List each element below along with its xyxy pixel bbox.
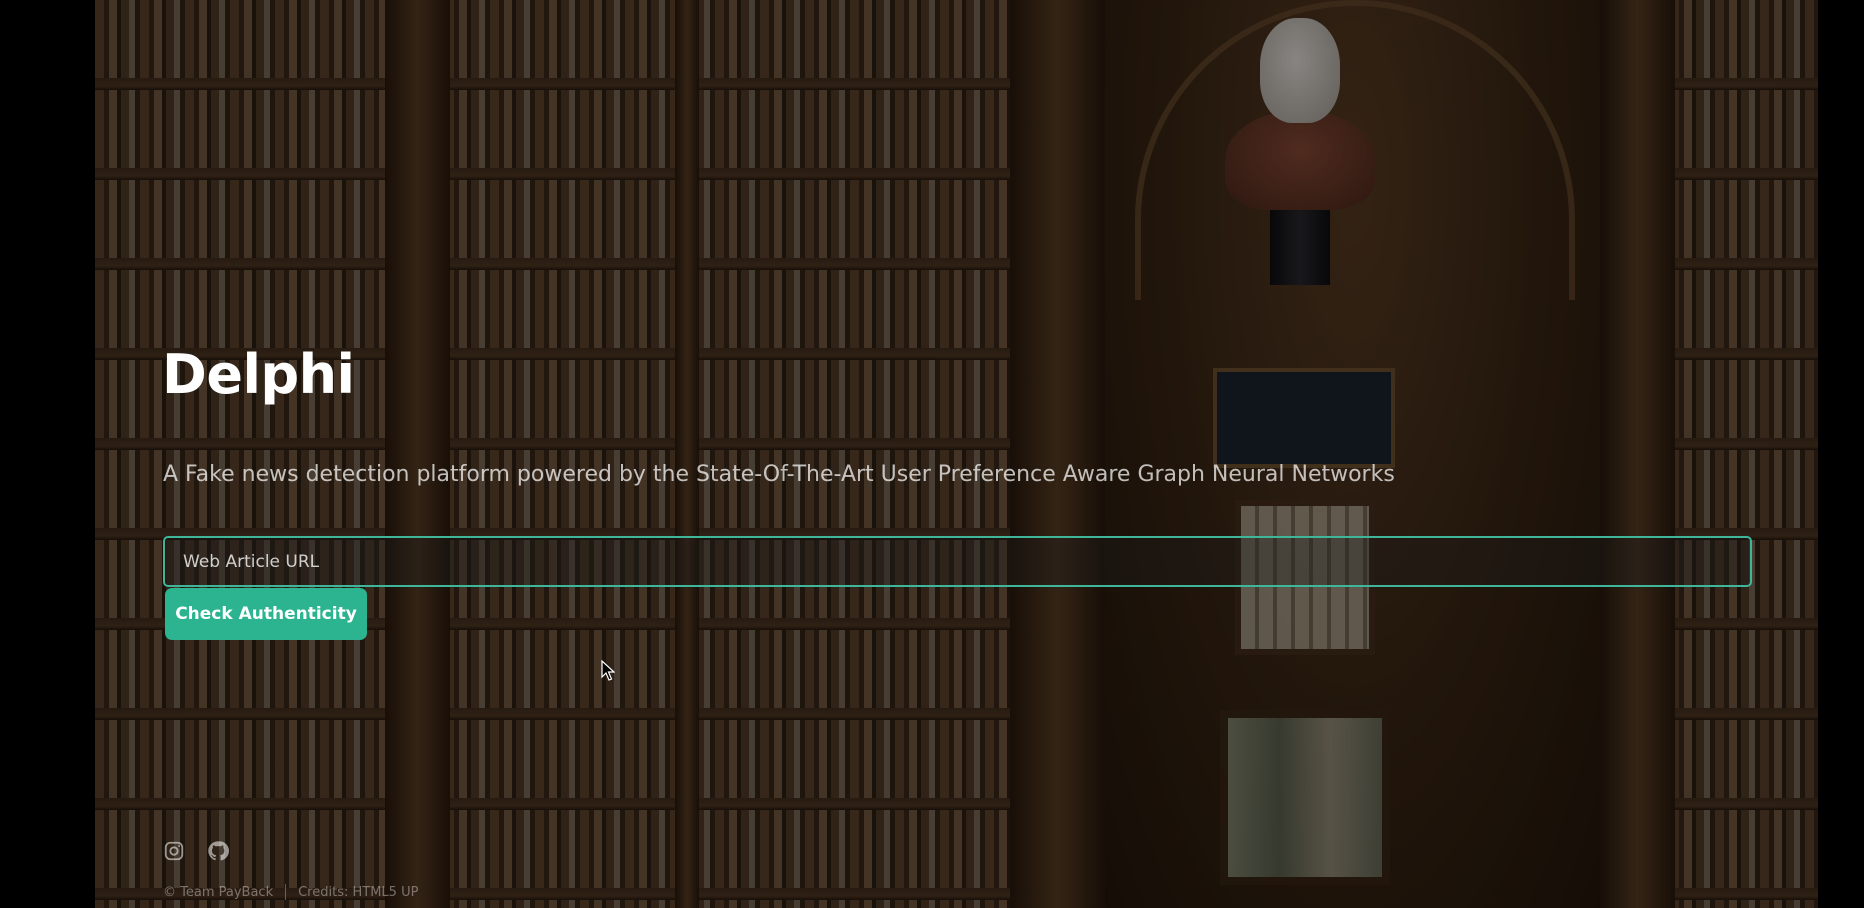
page-title: Delphi	[162, 343, 355, 406]
footer: © Team PayBack Credits: HTML5 UP	[163, 884, 418, 900]
dim-overlay	[95, 0, 1818, 908]
url-input[interactable]	[163, 536, 1752, 587]
letterbox-right	[1818, 0, 1864, 908]
github-icon[interactable]	[207, 840, 229, 862]
footer-divider	[285, 884, 287, 900]
copyright-text: © Team PayBack	[163, 884, 274, 900]
tagline: A Fake news detection platform powered b…	[163, 462, 1395, 487]
social-icons	[163, 840, 229, 862]
check-authenticity-button[interactable]: Check Authenticity	[165, 588, 367, 640]
hero-section: Delphi A Fake news detection platform po…	[95, 0, 1818, 908]
letterbox-left	[0, 0, 95, 908]
instagram-icon[interactable]	[163, 840, 185, 862]
credits-link[interactable]: Credits: HTML5 UP	[298, 885, 418, 900]
mouse-cursor-icon	[601, 660, 615, 681]
